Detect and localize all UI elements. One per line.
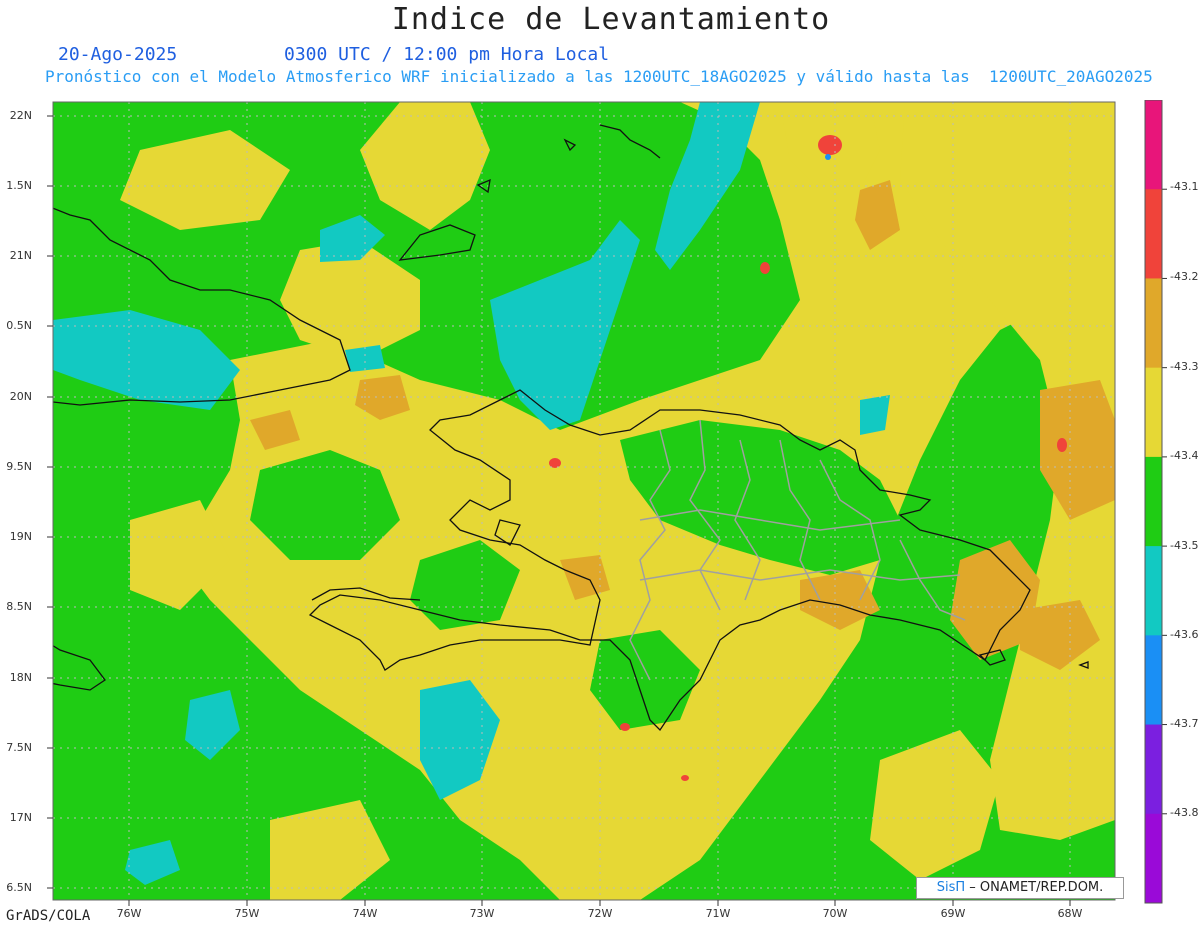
colorbar-segment: [1145, 189, 1162, 279]
lat-label-18n: 18N: [9, 671, 32, 684]
colorbar-segment: [1145, 546, 1162, 636]
lat-label: 8.5N: [6, 600, 32, 613]
map-title: Indice de Levantamiento: [391, 2, 831, 37]
colorbar-label: -43.6: [1170, 628, 1199, 641]
software-credit: GrADS/COLA: [6, 908, 91, 924]
lat-label: 9.5N: [6, 460, 32, 473]
credit-org: – ONAMET/REP.DOM.: [965, 880, 1104, 895]
colorbar-label: -43.5: [1170, 539, 1199, 552]
lat-label: 7.5N: [6, 741, 32, 754]
colorbar-segment: [1145, 724, 1162, 815]
colorbar-segment: [1145, 635, 1162, 726]
blue-spot: [825, 154, 831, 160]
lon-label-68w: 68W: [1057, 907, 1083, 920]
colorbar-segment: [1145, 813, 1162, 904]
colorbar-label: -43.3: [1170, 360, 1199, 373]
lon-label-75w: 75W: [234, 907, 260, 920]
lon-label-69w: 69W: [940, 907, 966, 920]
valid-time: 0300 UTC / 12:00 pm Hora Local: [284, 44, 610, 65]
lon-label-74w: 74W: [352, 907, 378, 920]
sis-logo: SisΠ: [936, 880, 966, 895]
colorbar-label: -43.8: [1170, 806, 1199, 819]
lat-label-17n: 17N: [9, 811, 32, 824]
forecast-info: Pronóstico con el Modelo Atmosferico WRF…: [45, 67, 1153, 86]
lon-label-71w: 71W: [705, 907, 731, 920]
lat-label-22n: 22N: [9, 109, 32, 122]
colorbar-label: -43.1: [1170, 180, 1199, 193]
lat-label: 6.5N: [6, 881, 32, 894]
colorbar-segment: [1145, 100, 1162, 190]
lat-label: 1.5N: [6, 179, 32, 192]
colorbar-segment: [1145, 278, 1162, 369]
lon-label-76w: 76W: [116, 907, 142, 920]
colorbar-segment: [1145, 367, 1162, 458]
forecast-date: 20-Ago-2025: [58, 44, 178, 65]
lon-label-73w: 73W: [469, 907, 495, 920]
lat-label-19n: 19N: [9, 530, 32, 543]
lon-label-70w: 70W: [822, 907, 848, 920]
colorbar-label: -43.7: [1170, 717, 1199, 730]
lat-label: 0.5N: [6, 319, 32, 332]
lon-label-72w: 72W: [587, 907, 613, 920]
colorbar: [1144, 100, 1167, 904]
field-layer: [53, 102, 1115, 900]
lifted-index-map: [47, 100, 1167, 906]
colorbar-label: -43.2: [1170, 270, 1199, 283]
credit-box: SisΠ – ONAMET/REP.DOM.: [916, 877, 1124, 899]
colorbar-segment: [1145, 456, 1162, 547]
lat-label-21n: 21N: [9, 249, 32, 262]
lat-label-20n: 20N: [9, 390, 32, 403]
colorbar-label: -43.4: [1170, 449, 1199, 462]
